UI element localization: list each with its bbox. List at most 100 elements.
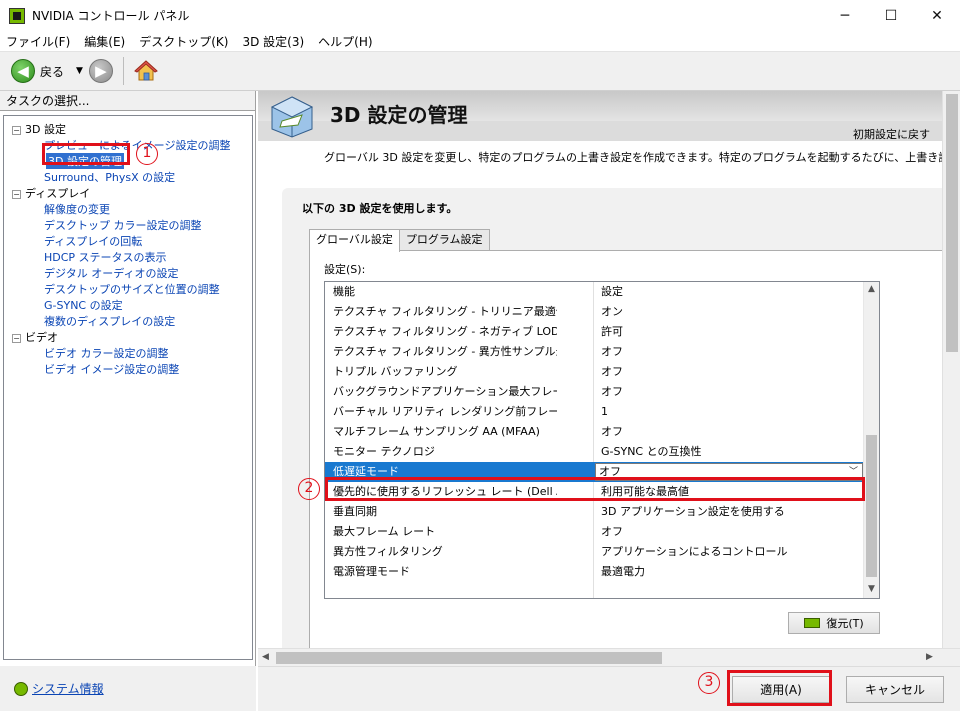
main-vertical-scrollbar[interactable] [942, 91, 960, 648]
menu-bar: ファイル(F) 編集(E) デスクトップ(K) 3D 設定(3) ヘルプ(H) [0, 31, 960, 51]
close-button[interactable]: ✕ [914, 0, 960, 31]
title-bar: NVIDIA コントロール パネル ─ ☐ ✕ [0, 0, 960, 31]
menu-desktop[interactable]: デスクトップ(K) [139, 33, 228, 50]
restore-defaults-link[interactable]: 初期設定に戻す [853, 126, 930, 142]
scroll-down-icon[interactable]: ▼ [868, 584, 875, 594]
annotation-number-1: 1 [136, 143, 158, 165]
tree-category-video-label: ビデオ [25, 331, 58, 344]
tree-item-video-color[interactable]: ビデオ カラー設定の調整 [44, 345, 169, 361]
restore-button[interactable]: 復元(T) [788, 612, 880, 634]
page-title: 3D 設定の管理 [330, 103, 468, 127]
row-feature: 最大フレーム レート [333, 525, 436, 538]
tree-category-video[interactable]: − ビデオ [12, 329, 58, 345]
tree-category-3d[interactable]: −3D 設定 [12, 121, 66, 137]
row-feature: バーチャル リアリティ レンダリング前フレーム数 [333, 405, 557, 418]
system-info-icon [14, 681, 28, 696]
annotation-number-3: 3 [698, 672, 720, 694]
tree-item-desktop-size[interactable]: デスクトップのサイズと位置の調整 [44, 281, 220, 297]
grid-scroll-thumb[interactable] [866, 435, 877, 577]
row-value: オフ [601, 365, 623, 378]
row-value: 最適電力 [601, 565, 645, 578]
table-row[interactable]: トリプル バッファリング オフ [325, 362, 865, 382]
main-panel: 3D 設定の管理 初期設定に戻す グローバル 3D 設定を変更し、特定のプログラ… [258, 91, 960, 666]
3d-cube-icon [268, 95, 316, 139]
maximize-button[interactable]: ☐ [868, 0, 914, 31]
row-value: 許可 [601, 325, 623, 338]
menu-edit[interactable]: 編集(E) [84, 33, 125, 50]
header-feature: 機能 [333, 285, 355, 298]
window-title: NVIDIA コントロール パネル [32, 9, 190, 23]
row-value: オフ [601, 525, 623, 538]
row-value: アプリケーションによるコントロール [601, 545, 788, 558]
annotation-box-3 [727, 670, 832, 706]
table-row[interactable]: モニター テクノロジ G-SYNC との互換性 [325, 442, 865, 462]
main-horizontal-scrollbar[interactable]: ◀ ▶ [258, 648, 960, 666]
row-feature: 電源管理モード [333, 565, 410, 578]
back-arrow-icon[interactable]: ◀ [11, 59, 35, 83]
toolbar: ◀ 戻る ▼ ▶ [0, 51, 960, 91]
scroll-left-icon[interactable]: ◀ [262, 652, 269, 662]
tree-item-gsync[interactable]: G-SYNC の設定 [44, 297, 123, 313]
main-scroll-thumb[interactable] [946, 94, 958, 352]
tab-global-settings[interactable]: グローバル設定 [309, 229, 400, 252]
tree-item-hdcp[interactable]: HDCP ステータスの表示 [44, 249, 167, 265]
main-hscroll-thumb[interactable] [276, 652, 662, 664]
cancel-button[interactable]: キャンセル [846, 676, 944, 703]
table-row[interactable]: 最大フレーム レート オフ [325, 522, 865, 542]
page-banner: 3D 設定の管理 初期設定に戻す [258, 91, 960, 141]
tree-item-resolution[interactable]: 解像度の変更 [44, 201, 110, 217]
menu-3d-settings[interactable]: 3D 設定(3) [242, 33, 304, 50]
menu-file[interactable]: ファイル(F) [6, 33, 70, 50]
table-row[interactable]: テクスチャ フィルタリング - 異方性サンプル最適化 オフ [325, 342, 865, 362]
row-feature: モニター テクノロジ [333, 445, 435, 458]
tree-category-display[interactable]: − ディスプレイ [12, 185, 90, 201]
row-feature: 垂直同期 [333, 505, 377, 518]
tree-item-multi-display[interactable]: 複数のディスプレイの設定 [44, 313, 175, 329]
tree-item-digital-audio[interactable]: デジタル オーディオの設定 [44, 265, 179, 281]
back-button-label[interactable]: 戻る [40, 63, 64, 80]
menu-help[interactable]: ヘルプ(H) [318, 33, 372, 50]
nvidia-app-icon [9, 7, 25, 24]
toolbar-separator [122, 57, 124, 85]
row-feature: テクスチャ フィルタリング - ネガティブ LOD バイアス [333, 325, 557, 338]
grid-scrollbar[interactable]: ▲ ▼ [863, 282, 879, 598]
row-feature: 異方性フィルタリング [333, 545, 443, 558]
grid-header: 機能 設定 [325, 282, 865, 302]
row-value: オン [601, 305, 623, 318]
home-icon[interactable] [134, 59, 158, 83]
tab-program-settings[interactable]: プログラム設定 [398, 229, 490, 251]
minimize-button[interactable]: ─ [822, 0, 868, 31]
table-row[interactable]: 異方性フィルタリング アプリケーションによるコントロール [325, 542, 865, 562]
row-value: 3D アプリケーション設定を使用する [601, 505, 785, 518]
table-row[interactable]: バーチャル リアリティ レンダリング前フレーム数 1 [325, 402, 865, 422]
page-description: グローバル 3D 設定を変更し、特定のプログラムの上書き設定を作成できます。特定… [324, 151, 960, 164]
row-value: 1 [601, 405, 608, 418]
annotation-box-1 [42, 143, 130, 165]
tree-item-surround-physx[interactable]: Surround、PhysX の設定 [44, 169, 175, 185]
system-info-link[interactable]: システム情報 [32, 680, 104, 697]
forward-arrow-icon[interactable]: ▶ [88, 59, 113, 83]
global-settings-pane: 設定(S): 機能 設定 テクスチャ フィルタリング - トリリニア最適化 オン… [309, 250, 955, 650]
scroll-right-icon[interactable]: ▶ [926, 652, 933, 662]
tree-item-desktop-color[interactable]: デスクトップ カラー設定の調整 [44, 217, 202, 233]
table-row[interactable]: 垂直同期 3D アプリケーション設定を使用する [325, 502, 865, 522]
table-row[interactable]: バックグラウンドアプリケーション最大フレームレート オフ [325, 382, 865, 402]
tree-category-display-label: ディスプレイ [25, 187, 91, 200]
tree-item-video-image[interactable]: ビデオ イメージ設定の調整 [44, 361, 179, 377]
row-value: オフ [601, 385, 623, 398]
collapse-icon[interactable]: − [12, 333, 21, 343]
history-dropdown-icon[interactable]: ▼ [76, 66, 83, 76]
left-footer: システム情報 [0, 666, 256, 711]
collapse-icon[interactable]: − [12, 125, 21, 135]
row-feature: トリプル バッファリング [333, 365, 458, 378]
collapse-icon[interactable]: − [12, 189, 21, 199]
table-row[interactable]: 電源管理モード 最適電力 [325, 562, 865, 582]
table-row[interactable]: テクスチャ フィルタリング - トリリニア最適化 オン [325, 302, 865, 322]
row-feature: マルチフレーム サンプリング AA (MFAA) [333, 425, 540, 438]
tree-item-rotate[interactable]: ディスプレイの回転 [44, 233, 142, 249]
table-row[interactable]: テクスチャ フィルタリング - ネガティブ LOD バイアス 許可 [325, 322, 865, 342]
row-value: G-SYNC との互換性 [601, 445, 702, 458]
scroll-up-icon[interactable]: ▲ [868, 284, 875, 294]
annotation-number-2: 2 [298, 478, 320, 500]
table-row[interactable]: マルチフレーム サンプリング AA (MFAA) オフ [325, 422, 865, 442]
